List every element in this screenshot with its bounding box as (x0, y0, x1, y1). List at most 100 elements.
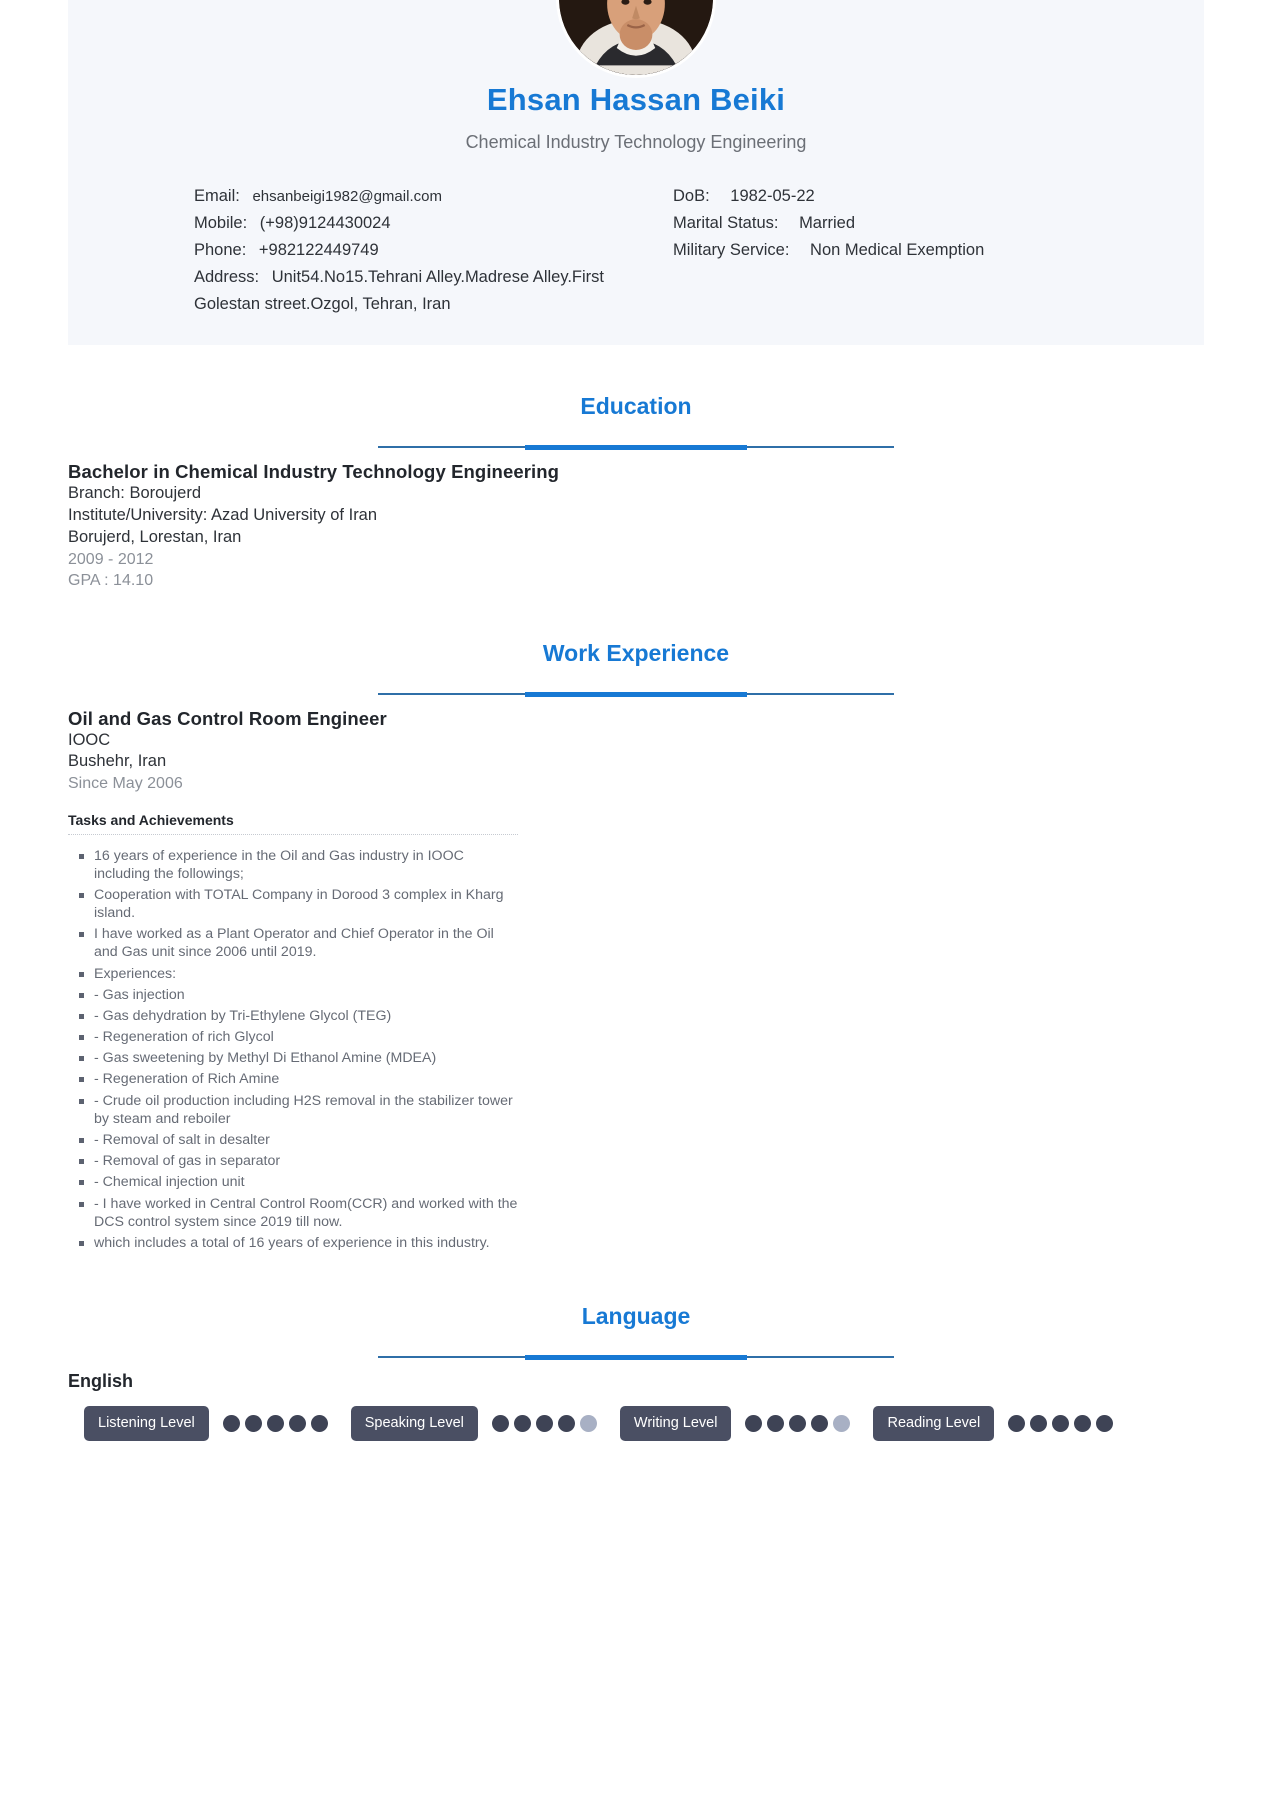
contact-email-value: ehsanbeigi1982@gmail.com (252, 188, 442, 205)
detail-marital-status: Marital Status: Married (673, 210, 1084, 237)
task-item: - Removal of salt in desalter (68, 1131, 520, 1149)
section-title-education: Education (580, 393, 692, 420)
task-item: - Removal of gas in separator (68, 1152, 520, 1170)
rating-dot-filled (1030, 1415, 1048, 1433)
rating-dot-filled (1096, 1415, 1114, 1433)
language-name: English (68, 1371, 134, 1392)
avatar-wrapper (68, 0, 1204, 78)
rating-dot-filled (491, 1415, 509, 1433)
education-branch: Branch: Boroujerd (68, 484, 201, 503)
rating-dot-filled (557, 1415, 575, 1433)
page-title: Ehsan Hassan Beiki (486, 82, 786, 117)
rating-dot-filled (288, 1415, 306, 1433)
detail-military-service-label: Military Service: (673, 240, 790, 259)
education-entry: Bachelor in Chemical Industry Technology… (68, 461, 1204, 591)
language-level-badge: Speaking Level (350, 1406, 478, 1442)
language-level-dots (222, 1415, 333, 1433)
tasks-divider (68, 833, 518, 835)
detail-marital-status-value: Married (799, 213, 855, 232)
tasks-list: 16 years of experience in the Oil and Ga… (68, 847, 520, 1252)
language-level-dots (1008, 1415, 1118, 1433)
section-rule-thick (525, 1355, 747, 1361)
work-entry: Oil and Gas Control Room Engineer IOOC B… (68, 708, 1204, 1252)
language-entry: English Listening Level Speaking Level Wri… (68, 1371, 1204, 1442)
contact-address: Address: Unit54.No15.Tehrani Alley.Madre… (194, 264, 605, 318)
contact-mobile: Mobile: (+98)9124430024 (194, 210, 605, 237)
contact-phone-value: +982122449749 (258, 240, 379, 259)
education-gpa: GPA : 14.10 (68, 572, 154, 590)
contact-address-label: Address: (194, 267, 260, 286)
contact-phone: Phone: +982122449749 (194, 237, 605, 264)
section-title-work-experience: Work Experience (542, 639, 730, 666)
contact-mobile-label: Mobile: (194, 213, 248, 232)
contact-mobile-value: (+98)9124430024 (259, 213, 391, 232)
language-skill: Writing Level (602, 1406, 856, 1442)
contact-column-left: Email: ehsanbeigi1982@gmail.com Mobile: … (194, 183, 605, 317)
task-item: - Crude oil production including H2S rem… (68, 1092, 520, 1128)
resume-page: Ehsan Hassan Beiki Chemical Industry Tec… (0, 0, 1272, 1800)
work-company: IOOC (68, 730, 111, 749)
section-header-language: Language (68, 1295, 1204, 1371)
detail-dob-label: DoB: (673, 187, 710, 205)
education-degree: Bachelor in Chemical Industry Technology… (68, 461, 560, 483)
work-location: Bushehr, Iran (68, 752, 167, 771)
rating-dot-filled (266, 1415, 284, 1433)
section-rule-language (378, 1355, 894, 1361)
detail-marital-status-label: Marital Status: (673, 213, 779, 232)
rating-dot-filled (310, 1415, 328, 1433)
language-skill: Reading Level (855, 1406, 1118, 1442)
contact-email-label: Email: (194, 187, 240, 205)
section-header-work-experience: Work Experience (68, 632, 1204, 708)
detail-military-service-value: Non Medical Exemption (810, 240, 985, 259)
task-item: Cooperation with TOTAL Company in Dorood… (68, 886, 520, 922)
task-item: - Gas sweetening by Methyl Di Ethanol Am… (68, 1049, 520, 1067)
task-item: - Gas dehydration by Tri-Ethylene Glycol… (68, 1007, 520, 1025)
section-title-language: Language (581, 1303, 691, 1330)
section-rule-work-experience (378, 691, 894, 697)
work-role: Oil and Gas Control Room Engineer (68, 707, 387, 729)
avatar (556, 0, 716, 78)
rating-dot-filled (244, 1415, 262, 1433)
rating-dot-filled (1074, 1415, 1092, 1433)
section-header-education: Education (68, 385, 1204, 461)
task-item: - Chemical injection unit (68, 1173, 520, 1191)
rating-dot-filled (1052, 1415, 1070, 1433)
rating-dot-filled (811, 1415, 829, 1433)
work-dates: Since May 2006 (68, 775, 183, 793)
language-level-badge: Listening Level (84, 1406, 209, 1442)
rating-dot-empty (579, 1415, 597, 1433)
contact-phone-label: Phone: (194, 240, 247, 259)
task-item: which includes a total of 16 years of ex… (68, 1234, 520, 1252)
rating-dot-filled (1008, 1415, 1026, 1433)
detail-dob: DoB: 1982-05-22 (673, 183, 1084, 210)
language-level-dots (491, 1415, 602, 1433)
contact-email: Email: ehsanbeigi1982@gmail.com (194, 183, 605, 210)
language-level-dots (745, 1415, 855, 1433)
language-level-badge: Reading Level (873, 1406, 995, 1442)
education-location: Borujerd, Lorestan, Iran (68, 527, 242, 546)
rating-dot-filled (535, 1415, 553, 1433)
task-item: - Regeneration of Rich Amine (68, 1070, 520, 1088)
task-item: I have worked as a Plant Operator and Ch… (68, 925, 520, 961)
education-institute: Institute/University: Azad University of… (68, 506, 378, 525)
task-item: Experiences: (68, 965, 520, 983)
language-skill: Speaking Level (333, 1406, 602, 1442)
detail-dob-value: 1982-05-22 (730, 187, 815, 205)
rating-dot-filled (513, 1415, 531, 1433)
language-level-badge: Writing Level (619, 1406, 732, 1442)
rating-dot-filled (767, 1415, 785, 1433)
section-rule-education (378, 445, 894, 451)
language-skill: Listening Level (68, 1406, 333, 1442)
task-item: - Gas injection (68, 986, 520, 1004)
contact-column-right: DoB: 1982-05-22 Marital Status: Married … (605, 183, 1084, 317)
job-title: Chemical Industry Technology Engineering (465, 132, 807, 152)
contact-details: Email: ehsanbeigi1982@gmail.com Mobile: … (68, 183, 1204, 317)
rating-dot-filled (222, 1415, 240, 1433)
task-item: 16 years of experience in the Oil and Ga… (68, 847, 520, 883)
task-item: - I have worked in Central Control Room(… (68, 1195, 520, 1231)
rating-dot-empty (833, 1415, 851, 1433)
education-dates: 2009 - 2012 (68, 550, 154, 568)
tasks-heading: Tasks and Achievements (68, 811, 234, 828)
detail-military-service: Military Service: Non Medical Exemption (673, 237, 1084, 264)
rating-dot-filled (745, 1415, 763, 1433)
